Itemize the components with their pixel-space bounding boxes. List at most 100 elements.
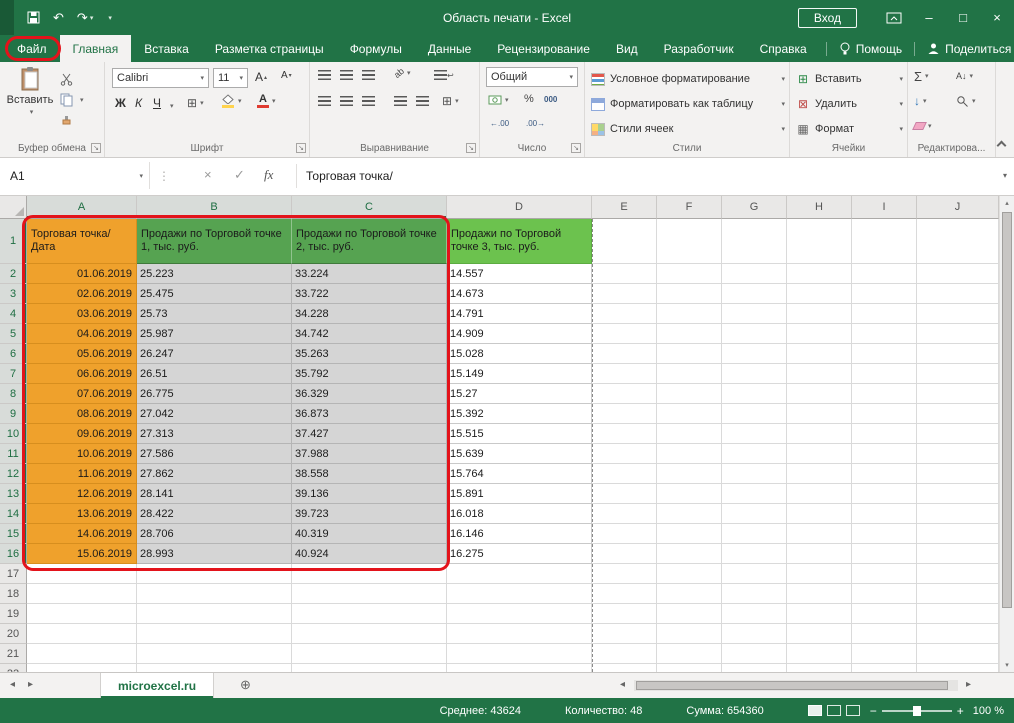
cell-C14[interactable]: 39.723 — [292, 504, 447, 524]
font-size-combo[interactable]: 11 ▾ — [213, 68, 248, 88]
conditional-formatting-button[interactable]: Условное форматирование ▾ — [591, 68, 785, 90]
cell-J18[interactable] — [917, 584, 999, 604]
cell-J5[interactable] — [917, 324, 999, 344]
sign-in-button[interactable]: Вход — [798, 8, 857, 28]
tab-insert[interactable]: Вставка — [131, 35, 202, 62]
cell-J15[interactable] — [917, 524, 999, 544]
cell-B2[interactable]: 25.223 — [137, 264, 292, 284]
ribbon-display-options-button[interactable] — [886, 12, 902, 24]
cell-F9[interactable] — [657, 404, 722, 424]
comma-style-button[interactable]: 000 — [544, 95, 557, 104]
cell-F14[interactable] — [657, 504, 722, 524]
cell-D15[interactable]: 16.146 — [447, 524, 592, 544]
find-select-button[interactable]: ▾ — [956, 92, 976, 110]
row-header-8[interactable]: 8 — [0, 384, 27, 404]
row-header-1[interactable]: 1 — [0, 219, 27, 264]
add-sheet-button[interactable]: ⊕ — [240, 677, 251, 693]
cell-styles-button[interactable]: Стили ячеек ▾ — [591, 118, 785, 140]
dialog-launcher-icon[interactable]: ↘ — [571, 143, 581, 153]
align-top-button[interactable] — [318, 70, 331, 80]
cell-D6[interactable]: 15.028 — [447, 344, 592, 364]
cell-D16[interactable]: 16.275 — [447, 544, 592, 564]
cell-B7[interactable]: 26.51 — [137, 364, 292, 384]
cell-J2[interactable] — [917, 264, 999, 284]
row-header-6[interactable]: 6 — [0, 344, 27, 364]
cell-A19[interactable] — [27, 604, 137, 624]
cell-H8[interactable] — [787, 384, 852, 404]
cell-A22[interactable] — [27, 664, 137, 672]
cell-F22[interactable] — [657, 664, 722, 672]
cell-G5[interactable] — [722, 324, 787, 344]
cell-D19[interactable] — [447, 604, 592, 624]
cell-E18[interactable] — [592, 584, 657, 604]
increase-indent-button[interactable] — [416, 96, 429, 106]
cell-F2[interactable] — [657, 264, 722, 284]
cell-G9[interactable] — [722, 404, 787, 424]
cell-C5[interactable]: 34.742 — [292, 324, 447, 344]
cell-F1[interactable] — [657, 219, 722, 264]
cell-D14[interactable]: 16.018 — [447, 504, 592, 524]
minimize-button[interactable]: – — [912, 0, 946, 35]
cell-F16[interactable] — [657, 544, 722, 564]
cell-E2[interactable] — [592, 264, 657, 284]
cell-B13[interactable]: 28.141 — [137, 484, 292, 504]
cell-E1[interactable] — [592, 219, 657, 264]
cell-D20[interactable] — [447, 624, 592, 644]
cell-I17[interactable] — [852, 564, 917, 584]
cut-button[interactable] — [60, 70, 102, 88]
horizontal-scrollbar[interactable] — [634, 680, 958, 691]
cell-G22[interactable] — [722, 664, 787, 672]
formula-content[interactable]: Торговая точка/ — [306, 162, 393, 189]
cell-A6[interactable]: 05.06.2019 — [27, 344, 137, 364]
cell-C18[interactable] — [292, 584, 447, 604]
column-header-F[interactable]: F — [657, 196, 722, 219]
cell-B20[interactable] — [137, 624, 292, 644]
cell-F18[interactable] — [657, 584, 722, 604]
merge-center-button[interactable]: ⊞ ▾ — [442, 94, 459, 108]
cell-A12[interactable]: 11.06.2019 — [27, 464, 137, 484]
cell-H2[interactable] — [787, 264, 852, 284]
cell-B5[interactable]: 25.987 — [137, 324, 292, 344]
tab-help[interactable]: Справка — [747, 35, 820, 62]
row-header-22[interactable]: 22 — [0, 664, 27, 672]
cell-G14[interactable] — [722, 504, 787, 524]
column-header-E[interactable]: E — [592, 196, 657, 219]
fill-color-button[interactable]: ▾ — [221, 94, 242, 108]
sheet-nav-right-arrow[interactable]: ▸ — [28, 679, 33, 690]
cell-C9[interactable]: 36.873 — [292, 404, 447, 424]
cell-I18[interactable] — [852, 584, 917, 604]
cell-J10[interactable] — [917, 424, 999, 444]
hscroll-right-arrow[interactable]: ▸ — [966, 679, 971, 690]
cancel-entry-button[interactable]: × — [204, 167, 212, 182]
cell-J3[interactable] — [917, 284, 999, 304]
cell-C6[interactable]: 35.263 — [292, 344, 447, 364]
cell-E19[interactable] — [592, 604, 657, 624]
decrease-indent-button[interactable] — [394, 96, 407, 106]
cell-C3[interactable]: 33.722 — [292, 284, 447, 304]
cell-I20[interactable] — [852, 624, 917, 644]
cell-J8[interactable] — [917, 384, 999, 404]
format-painter-button[interactable] — [60, 112, 102, 130]
cell-E20[interactable] — [592, 624, 657, 644]
cell-C11[interactable]: 37.988 — [292, 444, 447, 464]
cell-D7[interactable]: 15.149 — [447, 364, 592, 384]
align-right-button[interactable] — [362, 96, 375, 106]
cell-B22[interactable] — [137, 664, 292, 672]
cell-E7[interactable] — [592, 364, 657, 384]
row-header-3[interactable]: 3 — [0, 284, 27, 304]
cell-A7[interactable]: 06.06.2019 — [27, 364, 137, 384]
cell-C20[interactable] — [292, 624, 447, 644]
tab-file[interactable]: Файл — [4, 35, 60, 62]
cell-C22[interactable] — [292, 664, 447, 672]
cell-C1[interactable]: Продажи по Торговой точке 2, тыс. руб. — [292, 219, 447, 264]
wrap-text-button[interactable]: ↩ — [434, 70, 454, 80]
row-header-16[interactable]: 16 — [0, 544, 27, 564]
row-header-9[interactable]: 9 — [0, 404, 27, 424]
row-header-20[interactable]: 20 — [0, 624, 27, 644]
cell-G13[interactable] — [722, 484, 787, 504]
cell-J7[interactable] — [917, 364, 999, 384]
cell-I19[interactable] — [852, 604, 917, 624]
zoom-slider[interactable] — [882, 710, 952, 712]
cell-C13[interactable]: 39.136 — [292, 484, 447, 504]
cell-I15[interactable] — [852, 524, 917, 544]
